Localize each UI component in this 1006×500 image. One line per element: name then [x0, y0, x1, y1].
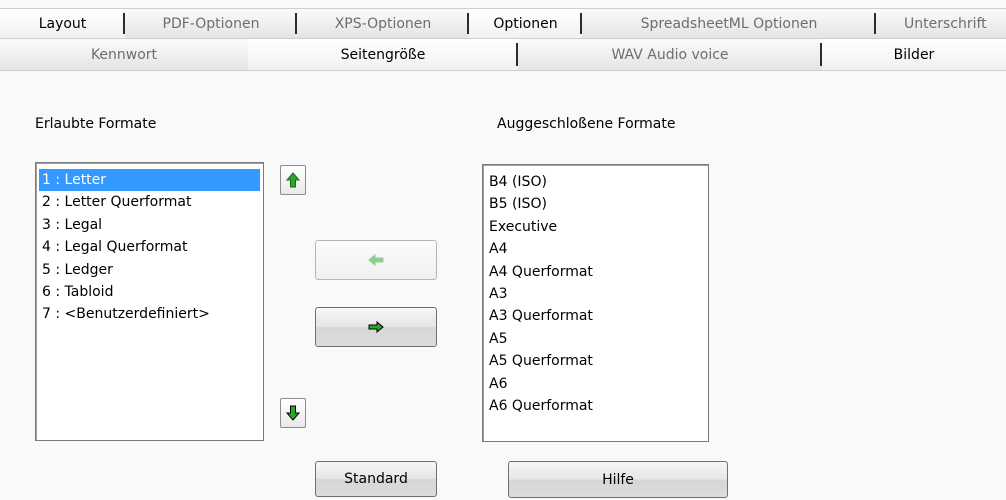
tab-layout[interactable]: Layout — [0, 8, 125, 38]
excluded-formats-label: Auggeschloßene Formate — [497, 116, 676, 132]
move-right-button[interactable] — [315, 307, 437, 347]
list-item[interactable]: 2 : Letter Querformat — [39, 191, 260, 213]
tab-label: SpreadsheetML Optionen — [640, 15, 818, 32]
tab-spreadsheetml-optionen[interactable]: SpreadsheetML Optionen — [582, 8, 876, 38]
list-item[interactable]: A3 — [486, 283, 705, 305]
list-item[interactable]: 3 : Legal — [39, 214, 260, 236]
tab-xps-optionen[interactable]: XPS-Optionen — [297, 8, 469, 38]
list-item[interactable]: A3 Querformat — [486, 305, 705, 327]
tab-pdf-optionen[interactable]: PDF-Optionen — [125, 8, 297, 38]
tab-row-bottom: Kennwort Seitengröße WAV Audio voice Bil… — [0, 38, 1006, 71]
tab-unterschrift[interactable]: Unterschrift — [876, 8, 1006, 38]
list-item[interactable]: A6 Querformat — [486, 395, 705, 417]
arrow-right-icon — [368, 321, 384, 333]
arrow-down-icon — [286, 405, 300, 421]
tab-optionen[interactable]: Optionen — [469, 8, 582, 38]
list-item[interactable]: B5 (ISO) — [486, 193, 705, 215]
tab-seitengroesse[interactable]: Seitengröße — [248, 38, 518, 70]
move-up-button[interactable] — [280, 165, 306, 195]
tab-label: Bilder — [893, 46, 935, 63]
excluded-formats-list[interactable]: B4 (ISO) B5 (ISO) Executive A4 A4 Querfo… — [482, 164, 709, 442]
move-down-button[interactable] — [280, 398, 306, 428]
allowed-formats-label: Erlaubte Formate — [35, 116, 157, 132]
arrow-up-icon — [286, 172, 300, 188]
list-item[interactable]: B4 (ISO) — [486, 171, 705, 193]
tab-label: Kennwort — [90, 46, 158, 63]
tab-label: Optionen — [493, 15, 558, 32]
list-item[interactable]: 7 : <Benutzerdefiniert> — [39, 303, 260, 325]
list-item[interactable]: A6 — [486, 373, 705, 395]
list-item[interactable]: 4 : Legal Querformat — [39, 236, 260, 258]
standard-button[interactable]: Standard — [315, 461, 437, 497]
list-item[interactable]: A4 Querformat — [486, 261, 705, 283]
tab-label: Unterschrift — [904, 15, 987, 32]
list-item[interactable]: Executive — [486, 216, 705, 238]
list-item[interactable]: 1 : Letter — [39, 169, 260, 192]
arrow-left-icon — [368, 254, 384, 266]
tab-kennwort[interactable]: Kennwort — [0, 38, 248, 70]
list-item[interactable]: 6 : Tabloid — [39, 281, 260, 303]
list-item[interactable]: 5 : Ledger — [39, 259, 260, 281]
tab-wav-audio-voice[interactable]: WAV Audio voice — [518, 38, 822, 70]
list-item[interactable]: A5 Querformat — [486, 350, 705, 372]
allowed-formats-list[interactable]: 1 : Letter 2 : Letter Querformat 3 : Leg… — [35, 162, 264, 441]
tab-bilder[interactable]: Bilder — [822, 38, 1006, 70]
tab-label: WAV Audio voice — [611, 46, 729, 63]
list-item[interactable]: A5 — [486, 328, 705, 350]
help-button[interactable]: Hilfe — [508, 461, 728, 498]
tab-label: XPS-Optionen — [334, 15, 432, 32]
tab-row-top: Layout PDF-Optionen XPS-Optionen Optione… — [0, 8, 1006, 38]
tab-label: PDF-Optionen — [162, 15, 260, 32]
list-item[interactable]: A4 — [486, 238, 705, 260]
tab-label: Layout — [38, 15, 87, 32]
move-left-button[interactable] — [315, 240, 437, 280]
tab-label: Seitengröße — [340, 46, 426, 63]
